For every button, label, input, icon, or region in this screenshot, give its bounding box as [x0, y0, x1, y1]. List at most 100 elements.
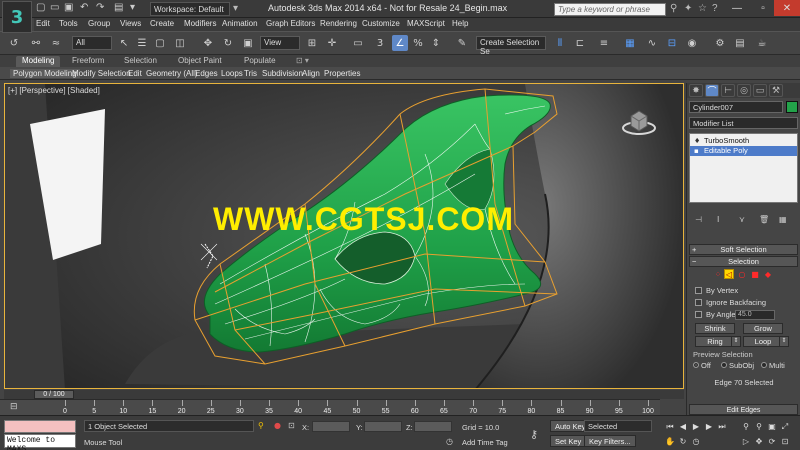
key-filters-button[interactable]: Key Filters...	[584, 435, 636, 447]
ribbon-options-icon[interactable]: ⊡ ▾	[290, 56, 315, 67]
stack-item-turbosmooth[interactable]: ♦ TurboSmooth	[690, 136, 797, 146]
tab-modeling[interactable]: Modeling	[16, 56, 61, 67]
panel-edit[interactable]: Edit	[128, 69, 142, 78]
edit-named-selection-icon[interactable]: ✎	[454, 35, 470, 51]
maxscript-mini-listener[interactable]: Welcome to MAXS	[4, 434, 76, 450]
menu-create[interactable]: Create	[150, 19, 174, 28]
select-by-name-icon[interactable]: ☰	[134, 35, 150, 51]
ignore-backfacing-checkbox[interactable]: Ignore Backfacing	[695, 298, 766, 307]
field-of-view-icon[interactable]: ▷	[740, 436, 752, 447]
y-coordinate-field[interactable]	[364, 421, 402, 432]
binoculars-icon[interactable]: ⚲	[670, 3, 677, 14]
mirror-icon[interactable]: ⫴	[552, 35, 568, 51]
new-file-icon[interactable]: ▢	[36, 2, 45, 16]
curve-editor-icon[interactable]: ∿	[644, 35, 660, 51]
panel-loops[interactable]: Loops	[221, 69, 243, 78]
undo-scene-icon[interactable]: ↺	[6, 35, 22, 51]
snap-3d-icon[interactable]: 3	[372, 35, 388, 51]
menu-modifiers[interactable]: Modifiers	[184, 19, 216, 28]
render-setup-icon[interactable]: ⚙	[712, 35, 728, 51]
scale-icon[interactable]: ▣	[240, 35, 256, 51]
pan-icon[interactable]: ✋	[664, 436, 676, 447]
tab-freeform[interactable]: Freeform	[66, 56, 110, 67]
vertex-level-icon[interactable]: ⁘	[713, 269, 723, 279]
community-icon[interactable]: ☆	[698, 3, 707, 14]
border-level-icon[interactable]: ○	[737, 269, 747, 279]
menu-help[interactable]: Help	[452, 19, 468, 28]
object-name-field[interactable]: Cylinder007	[689, 101, 783, 113]
by-angle-checkbox[interactable]: By Angle:	[695, 310, 738, 319]
expand-icon[interactable]: ▪	[694, 147, 699, 155]
time-slider[interactable]: 0 / 100	[34, 390, 74, 399]
reference-coord-dropdown[interactable]: View	[260, 36, 300, 50]
time-config-icon[interactable]: ◷	[690, 436, 702, 447]
menu-maxscript[interactable]: MAXScript	[407, 19, 445, 28]
isolate-icon[interactable]: ●	[274, 421, 281, 430]
zoom-extents-icon[interactable]: ▣	[766, 421, 778, 432]
time-slider-track[interactable]: 0 / 100	[4, 390, 684, 399]
app-menu-button[interactable]: 3	[2, 1, 32, 33]
layer-manager-icon[interactable]: ≡	[596, 35, 612, 51]
loop-spinner-icon[interactable]: ⇕	[779, 336, 789, 347]
panel-align[interactable]: Align	[302, 69, 320, 78]
edge-level-icon[interactable]: ◁	[724, 269, 734, 279]
panel-geometry-all[interactable]: Geometry (All)	[146, 69, 198, 78]
arc-rotate-icon[interactable]: ⟳	[766, 436, 778, 447]
angle-spinner[interactable]: 45.0	[735, 310, 775, 320]
more-icon[interactable]: ▾	[130, 2, 135, 16]
panel-polygon-modeling[interactable]: Polygon Modeling	[10, 69, 80, 78]
panel-properties[interactable]: Properties	[324, 69, 360, 78]
modify-tab-icon[interactable]: ⌒	[705, 84, 719, 97]
toggle-max-icon[interactable]: ⊡	[779, 436, 791, 447]
ring-spinner-icon[interactable]: ⇕	[731, 336, 741, 347]
subscription-icon[interactable]: ✦	[684, 3, 692, 14]
search-input[interactable]: Type a keyword or phrase	[554, 3, 666, 16]
menu-tools[interactable]: Tools	[59, 19, 78, 28]
render-production-icon[interactable]: ☕	[754, 35, 770, 51]
panel-subdivision[interactable]: Subdivision	[262, 69, 303, 78]
menu-customize[interactable]: Customize	[362, 19, 400, 28]
previous-frame-icon[interactable]: ◀	[677, 421, 689, 432]
unlink-icon[interactable]: ≈	[48, 35, 64, 51]
next-frame-icon[interactable]: ▶	[703, 421, 715, 432]
keyboard-shortcut-icon[interactable]: ▭	[350, 35, 366, 51]
preview-multi-radio[interactable]: Multi	[761, 361, 785, 370]
menu-rendering[interactable]: Rendering	[320, 19, 357, 28]
rectangular-selection-icon[interactable]: ▢	[152, 35, 168, 51]
preview-off-radio[interactable]: Off	[693, 361, 711, 370]
show-end-result-icon[interactable]: Ⅰ	[717, 215, 719, 224]
grow-button[interactable]: Grow	[743, 323, 783, 334]
key-icon[interactable]: ⚷	[530, 428, 538, 441]
graphite-modeling-tools-icon[interactable]: ▦	[622, 35, 638, 51]
menu-views[interactable]: Views	[120, 19, 141, 28]
menu-animation[interactable]: Animation	[222, 19, 258, 28]
named-selection-set-dropdown[interactable]: Create Selection Se	[476, 36, 546, 56]
zoom-icon[interactable]: ⚲	[740, 421, 752, 432]
stack-item-editable-poly[interactable]: ▪ Editable Poly	[690, 146, 797, 156]
mini-curve-editor-icon[interactable]: ⊟	[10, 402, 18, 412]
open-file-icon[interactable]: ▭	[50, 2, 59, 16]
perspective-viewport[interactable]: [+] [Perspective] [Shaded] WWW.CGTSJ.COM	[4, 83, 684, 389]
remove-modifier-icon[interactable]: 🗑	[759, 215, 769, 224]
display-tab-icon[interactable]: ▭	[753, 84, 767, 97]
ring-button[interactable]: Ring	[695, 336, 735, 347]
select-manipulate-icon[interactable]: ✛	[324, 35, 340, 51]
schematic-view-icon[interactable]: ⊟	[664, 35, 680, 51]
z-coordinate-field[interactable]	[414, 421, 452, 432]
angle-snap-icon[interactable]: ∠	[392, 35, 408, 51]
maximize-viewport-icon[interactable]: ⤢	[779, 421, 791, 432]
select-object-icon[interactable]: ↖	[116, 35, 132, 51]
edit-edges-rollout[interactable]: Edit Edges	[689, 404, 798, 415]
selection-rollout[interactable]: − Selection	[689, 256, 798, 267]
play-icon[interactable]: ▶	[690, 421, 702, 432]
percent-snap-icon[interactable]: %	[410, 35, 426, 51]
panel-tris[interactable]: Tris	[244, 69, 257, 78]
save-file-icon[interactable]: ▣	[64, 2, 73, 16]
create-tab-icon[interactable]: ✸	[689, 84, 703, 97]
pin-stack-icon[interactable]: ⊣	[695, 215, 702, 224]
preview-subobj-radio[interactable]: SubObj	[721, 361, 754, 370]
help-icon[interactable]: ?	[712, 3, 718, 14]
menu-edit[interactable]: Edit	[36, 19, 50, 28]
soft-selection-rollout[interactable]: + Soft Selection	[689, 244, 798, 255]
go-to-start-icon[interactable]: ⏮	[664, 421, 676, 432]
